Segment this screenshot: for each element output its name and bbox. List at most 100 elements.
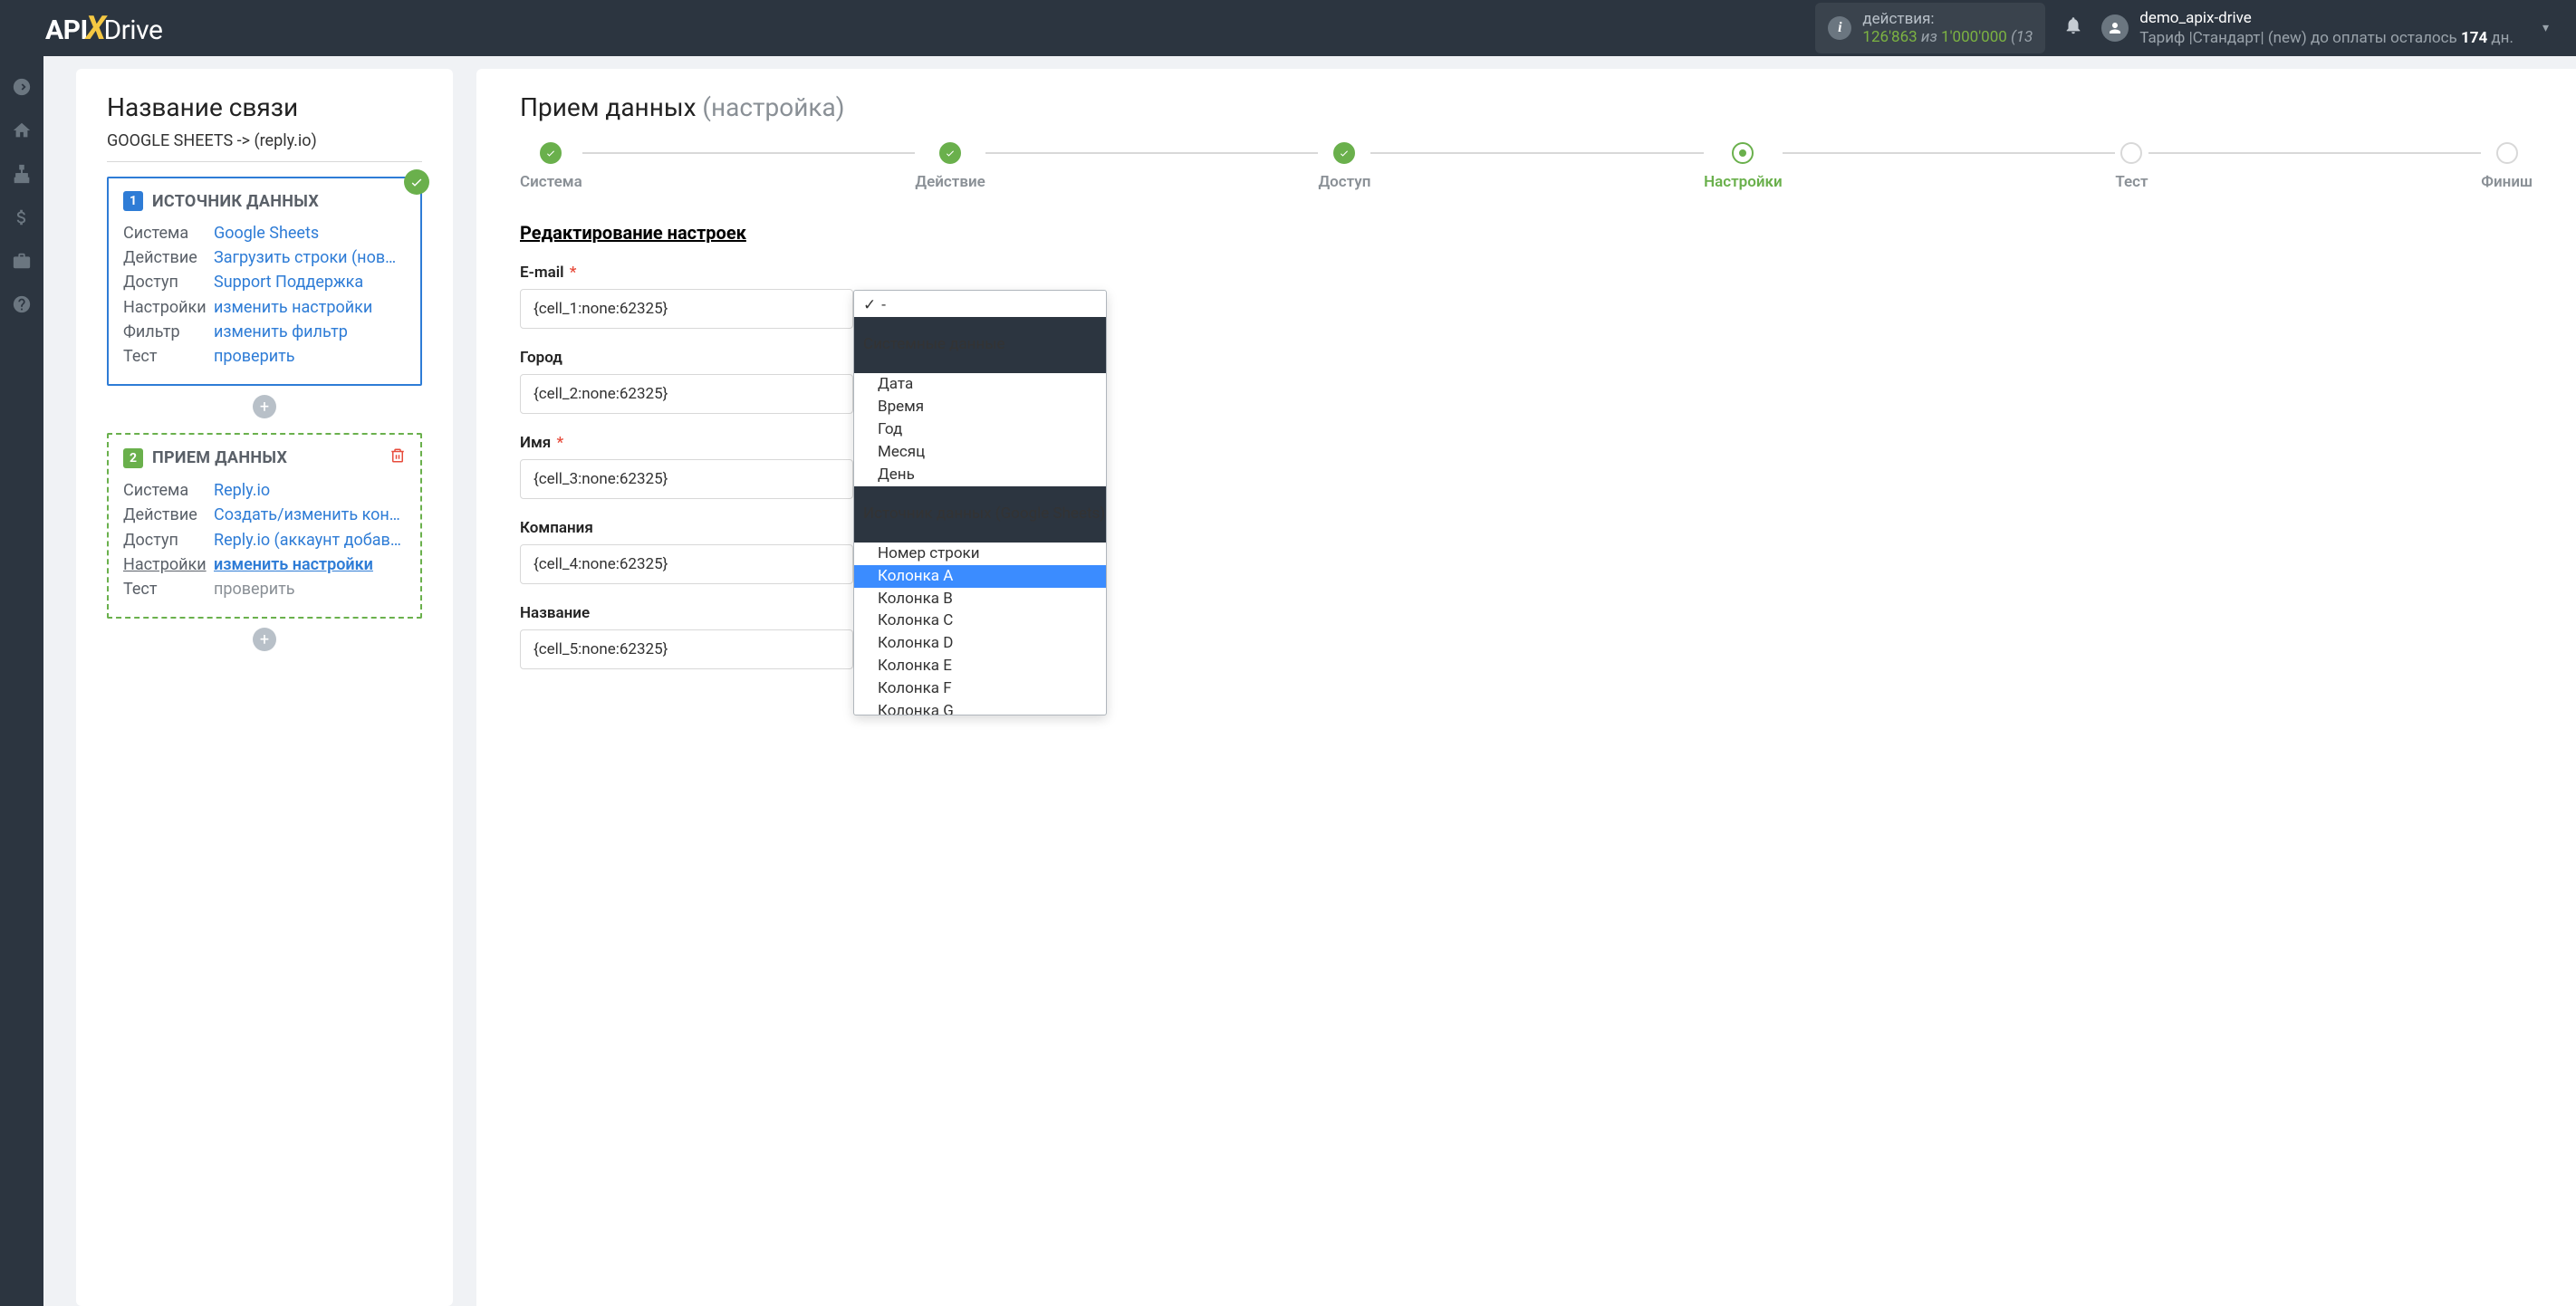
info-icon: i xyxy=(1828,16,1851,40)
kv-key: Доступ xyxy=(123,529,214,552)
field-input[interactable] xyxy=(520,544,853,584)
dropdown-item[interactable]: Дата xyxy=(854,373,1106,396)
bell-icon[interactable] xyxy=(2063,15,2083,41)
kv-row: Фильтризменить фильтр xyxy=(123,321,406,343)
kv-value-link[interactable]: Reply.io xyxy=(214,479,270,502)
field-input[interactable] xyxy=(520,374,853,414)
avatar-icon xyxy=(2101,14,2129,42)
rail-arrow-icon[interactable] xyxy=(0,65,43,109)
block-number: 2 xyxy=(123,448,143,468)
add-button[interactable]: + xyxy=(253,628,276,651)
step-circle-icon xyxy=(2496,142,2518,164)
step[interactable]: Настройки xyxy=(1704,142,1783,191)
step[interactable]: Действие xyxy=(915,142,985,191)
user-info: demo_apix-drive Тариф |Стандарт| (new) д… xyxy=(2139,8,2514,48)
rail-home-icon[interactable] xyxy=(0,109,43,152)
dropdown-item[interactable]: День xyxy=(854,464,1106,486)
step-line xyxy=(582,152,916,154)
dropdown-item[interactable]: Номер строки xyxy=(854,543,1106,565)
dropdown-item[interactable]: Время xyxy=(854,396,1106,418)
rail-briefcase-icon[interactable] xyxy=(0,239,43,283)
dropdown-group-header: Источник данных (Google Sheets) xyxy=(854,486,1106,543)
field-label: Компания xyxy=(520,519,2533,537)
dropdown-item[interactable]: Колонка G xyxy=(854,700,1106,715)
section-title: Редактирование настроек xyxy=(520,222,2533,244)
step[interactable]: Система xyxy=(520,142,582,191)
kv-row: СистемаReply.io xyxy=(123,479,406,502)
trash-icon[interactable] xyxy=(389,447,406,468)
dropdown-item[interactable]: Колонка F xyxy=(854,677,1106,700)
add-button[interactable]: + xyxy=(253,395,276,418)
breadcrumb: GOOGLE SHEETS -> (reply.io) xyxy=(107,131,422,162)
logo-part-drive: Drive xyxy=(103,14,162,46)
rail-dollar-icon[interactable] xyxy=(0,196,43,239)
form-field: Имя * xyxy=(520,434,2533,499)
kv-value-link[interactable]: проверить xyxy=(214,345,295,368)
kv-key: Тест xyxy=(123,345,214,368)
kv-key: Настройки xyxy=(123,296,214,319)
variable-dropdown[interactable]: -Системные данныеДатаВремяГодМесяцДеньИс… xyxy=(853,290,1107,715)
user-menu[interactable]: demo_apix-drive Тариф |Стандарт| (new) д… xyxy=(2101,8,2549,48)
form-field: Название xyxy=(520,604,2533,669)
kv-key: Действие xyxy=(123,246,214,269)
block-title: ПРИЕМ ДАННЫХ xyxy=(152,448,287,467)
kv-value-link[interactable]: изменить настройки xyxy=(214,296,372,319)
left-panel: Название связи GOOGLE SHEETS -> (reply.i… xyxy=(76,69,453,1306)
kv-row: ДействиеСоздать/изменить контакт xyxy=(123,504,406,526)
dropdown-item[interactable]: Колонка B xyxy=(854,588,1106,610)
right-panel: Прием данных (настройка) Система Действие… xyxy=(476,69,2576,1306)
kv-row: Настройкиизменить настройки xyxy=(123,553,406,576)
rail-sitemap-icon[interactable] xyxy=(0,152,43,196)
side-rail xyxy=(0,56,43,1306)
dropdown-item[interactable]: Месяц xyxy=(854,441,1106,464)
actions-counter[interactable]: i действия: 126'863 из 1'000'000 (13 xyxy=(1815,3,2045,54)
step-circle-icon xyxy=(1732,142,1754,164)
logo-part-api: API xyxy=(45,14,88,46)
dropdown-item[interactable]: - xyxy=(854,294,1106,317)
step-label: Финиш xyxy=(2481,173,2533,191)
step-circle-icon xyxy=(2120,142,2142,164)
kv-key: Система xyxy=(123,479,214,502)
step[interactable]: Тест xyxy=(2115,142,2148,191)
field-label: E-mail * xyxy=(520,264,2533,282)
step[interactable]: Доступ xyxy=(1318,142,1370,191)
kv-value-link[interactable]: изменить настройки xyxy=(214,553,373,576)
kv-value-link[interactable]: Создать/изменить контакт xyxy=(214,504,406,526)
kv-key: Тест xyxy=(123,578,214,600)
page-title: Прием данных (настройка) xyxy=(520,92,2533,122)
app-header: APIXDrive i действия: 126'863 из 1'000'0… xyxy=(0,0,2576,56)
field-input[interactable] xyxy=(520,629,853,669)
kv-row: ДоступReply.io (аккаунт добавлен 1 xyxy=(123,529,406,552)
form-field: Город xyxy=(520,349,2533,414)
dropdown-item[interactable]: Колонка A xyxy=(854,565,1106,588)
step[interactable]: Финиш xyxy=(2481,142,2533,191)
kv-value-link[interactable]: изменить фильтр xyxy=(214,321,348,343)
step-line xyxy=(1370,152,1704,154)
step-label: Система xyxy=(520,173,582,191)
check-badge-icon xyxy=(404,169,429,195)
kv-row: ДоступSupport Поддержка xyxy=(123,271,406,293)
field-label: Имя * xyxy=(520,434,2533,452)
dropdown-item[interactable]: Год xyxy=(854,418,1106,441)
source-block: 1 ИСТОЧНИК ДАННЫХ СистемаGoogle SheetsДе… xyxy=(107,177,422,386)
form-field: E-mail * xyxy=(520,264,2533,329)
dropdown-item[interactable]: Колонка E xyxy=(854,655,1106,677)
step-circle-icon xyxy=(1333,142,1355,164)
field-input[interactable] xyxy=(520,289,853,329)
field-input[interactable] xyxy=(520,459,853,499)
kv-value-link[interactable]: Support Поддержка xyxy=(214,271,363,293)
step-label: Настройки xyxy=(1704,173,1783,191)
kv-value-link: проверить xyxy=(214,578,295,600)
rail-help-icon[interactable] xyxy=(0,283,43,326)
logo[interactable]: APIXDrive xyxy=(45,9,162,47)
dropdown-item[interactable]: Колонка D xyxy=(854,632,1106,655)
kv-value-link[interactable]: Reply.io (аккаунт добавлен 1 xyxy=(214,529,406,552)
kv-value-link[interactable]: Загрузить строки (новые) xyxy=(214,246,406,269)
kv-key: Настройки xyxy=(123,553,214,576)
kv-value-link[interactable]: Google Sheets xyxy=(214,222,319,245)
kv-key: Фильтр xyxy=(123,321,214,343)
step-label: Действие xyxy=(915,173,985,191)
dropdown-item[interactable]: Колонка C xyxy=(854,610,1106,632)
step-label: Тест xyxy=(2115,173,2148,191)
step-line xyxy=(1783,152,2116,154)
